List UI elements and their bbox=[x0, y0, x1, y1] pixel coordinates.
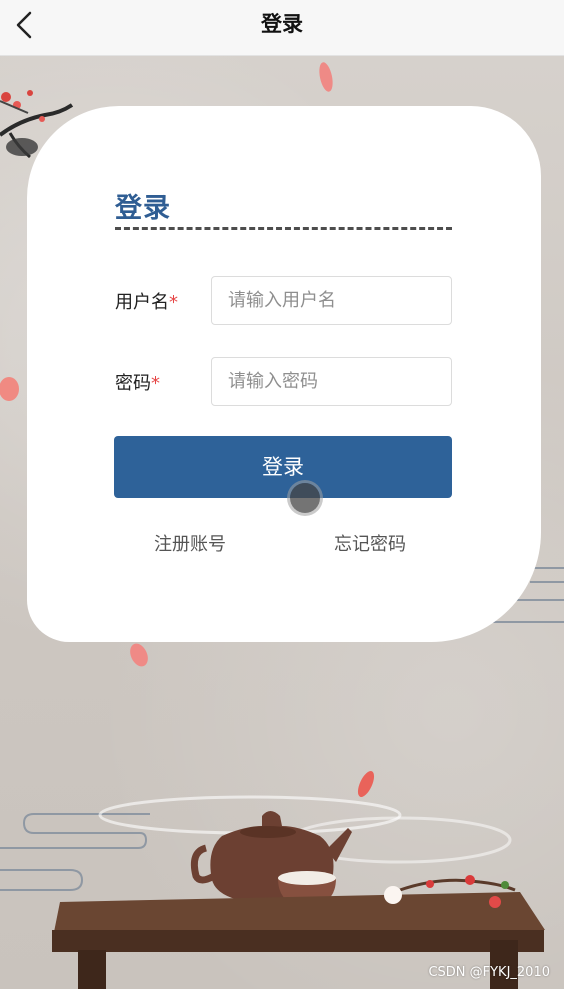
touch-indicator bbox=[290, 483, 320, 513]
login-button[interactable]: 登录 bbox=[114, 436, 452, 498]
login-heading: 登录 bbox=[115, 193, 171, 224]
required-mark: * bbox=[169, 292, 178, 313]
password-input[interactable] bbox=[211, 357, 452, 406]
login-card: 登录 用户名* 密码* 登录 注册账号 忘记密码 bbox=[27, 106, 541, 642]
heading-divider bbox=[115, 227, 452, 230]
username-input[interactable] bbox=[211, 276, 452, 325]
username-label-text: 用户名 bbox=[115, 292, 169, 313]
forgot-password-link[interactable]: 忘记密码 bbox=[334, 530, 406, 556]
required-mark: * bbox=[151, 373, 160, 394]
petal-decoration bbox=[130, 643, 148, 667]
page-title: 登录 bbox=[261, 12, 303, 36]
password-label-text: 密码 bbox=[115, 373, 151, 394]
navbar: 登录 bbox=[0, 0, 564, 56]
username-label: 用户名* bbox=[115, 288, 178, 314]
teapot-table-illustration bbox=[52, 795, 545, 989]
petal-decoration bbox=[319, 62, 333, 92]
register-link[interactable]: 注册账号 bbox=[154, 530, 226, 556]
password-label: 密码* bbox=[115, 369, 160, 395]
watermark: CSDN @FYKJ_2010 bbox=[428, 965, 550, 980]
petal-decoration bbox=[0, 377, 19, 401]
